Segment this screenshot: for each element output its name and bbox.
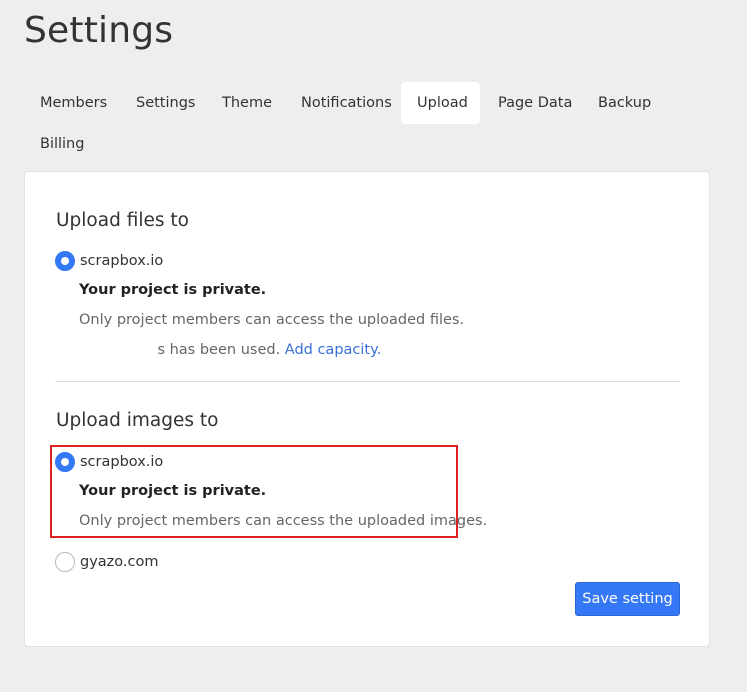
tab-upload[interactable]: Upload (401, 82, 480, 124)
images-privacy-text: Only project members can access the uplo… (79, 513, 488, 529)
upload-images-option-gyazo[interactable]: gyazo.com (55, 551, 158, 573)
upload-files-option-scrapbox[interactable]: scrapbox.io (55, 250, 163, 272)
radio-label: gyazo.com (80, 554, 159, 570)
tab-settings[interactable]: Settings (120, 82, 211, 124)
images-privacy-heading: Your project is private. (79, 483, 267, 499)
tab-members[interactable]: Members (24, 82, 123, 124)
tab-page-data[interactable]: Page Data (482, 82, 588, 124)
page-title: Settings (24, 10, 174, 51)
section-divider (55, 381, 680, 382)
radio-button-checked[interactable] (55, 452, 75, 472)
files-privacy-text: Only project members can access the uplo… (79, 312, 465, 328)
radio-button-checked[interactable] (55, 251, 75, 271)
add-capacity-link[interactable]: Add capacity. (285, 342, 381, 358)
tab-theme[interactable]: Theme (206, 82, 288, 124)
upload-images-title: Upload images to (56, 410, 219, 431)
save-setting-button[interactable]: Save setting (575, 582, 680, 616)
radio-button-unchecked[interactable] (55, 552, 75, 572)
files-privacy-heading: Your project is private. (79, 282, 267, 298)
radio-label: scrapbox.io (80, 454, 164, 470)
upload-settings-panel: Upload files to scrapbox.io Your project… (24, 171, 710, 647)
usage-amount-clipped: s (157, 342, 165, 358)
tab-notifications[interactable]: Notifications (285, 82, 408, 124)
upload-files-title: Upload files to (56, 210, 189, 231)
tab-backup[interactable]: Backup (582, 82, 667, 124)
tab-billing[interactable]: Billing (24, 123, 100, 165)
storage-usage-line: s has been used. Add capacity. (79, 342, 381, 358)
upload-images-option-scrapbox[interactable]: scrapbox.io (55, 451, 163, 473)
usage-text: has been used. (165, 342, 285, 358)
radio-label: scrapbox.io (80, 253, 164, 269)
